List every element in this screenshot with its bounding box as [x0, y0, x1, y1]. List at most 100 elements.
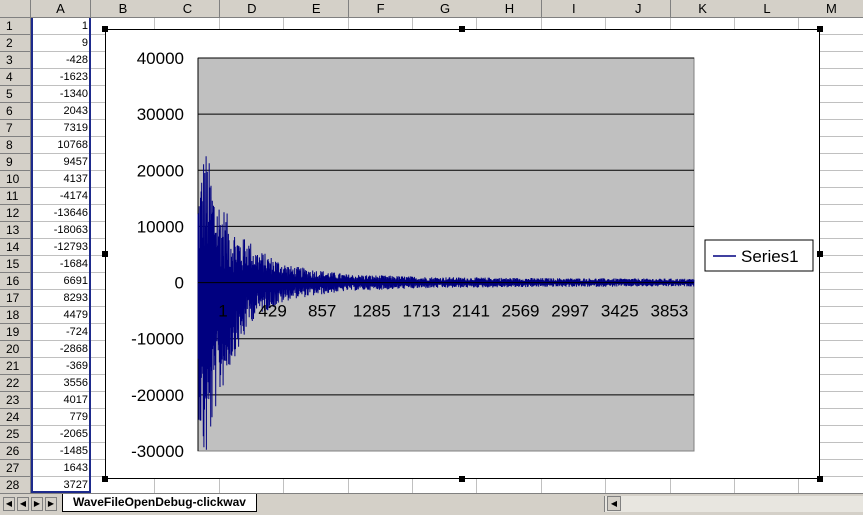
horizontal-scrollbar[interactable]: ◀ — [604, 496, 863, 512]
row-header-24[interactable]: 24 — [0, 409, 31, 426]
cell-a7[interactable]: 7319 — [31, 120, 91, 137]
y-tick-label: 20000 — [137, 161, 184, 180]
column-header-k[interactable]: K — [670, 0, 736, 18]
column-header-g[interactable]: G — [413, 0, 478, 18]
chart-handle-top-left[interactable] — [102, 26, 108, 32]
row-header-21[interactable]: 21 — [0, 358, 31, 375]
row-header-2[interactable]: 2 — [0, 35, 31, 52]
y-tick-label: 30000 — [137, 105, 184, 124]
x-tick-label: 3853 — [650, 302, 688, 321]
scroll-left-button[interactable]: ◀ — [607, 496, 621, 511]
row-header-6[interactable]: 6 — [0, 103, 31, 120]
cell-a3[interactable]: -428 — [31, 52, 91, 69]
row-header-11[interactable]: 11 — [0, 188, 31, 205]
select-all-corner[interactable] — [0, 0, 31, 18]
cell-a18[interactable]: 4479 — [31, 307, 91, 324]
row-header-7[interactable]: 7 — [0, 120, 31, 137]
row-header-14[interactable]: 14 — [0, 239, 31, 256]
spreadsheet-grid[interactable]: ABCDEFGHIJKLM 1 2 3 4 5 6 7 8 9 10 11 12 13 14 15 16 17 1… — [0, 0, 863, 493]
cell-a21[interactable]: -369 — [31, 358, 91, 375]
column-header-c[interactable]: C — [155, 0, 221, 18]
row-header-10[interactable]: 10 — [0, 171, 31, 188]
chart-handle-bottom-right[interactable] — [817, 476, 823, 482]
row-header-23[interactable]: 23 — [0, 392, 31, 409]
cell-a1[interactable]: 1 — [31, 18, 91, 35]
last-sheet-button[interactable]: ▶ — [45, 497, 57, 511]
row-header-25[interactable]: 25 — [0, 426, 31, 443]
cell-a25[interactable]: -2065 — [31, 426, 91, 443]
chart-handle-bottom-left[interactable] — [102, 476, 108, 482]
row-header-18[interactable]: 18 — [0, 307, 31, 324]
x-tick-label: 3425 — [601, 302, 639, 321]
row-header-26[interactable]: 26 — [0, 443, 31, 460]
first-sheet-button[interactable]: ◀ — [3, 497, 15, 511]
x-tick-label: 1285 — [353, 302, 391, 321]
cell-a16[interactable]: 6691 — [31, 273, 91, 290]
x-tick-label: 2997 — [551, 302, 589, 321]
row-header-1[interactable]: 1 — [0, 18, 31, 35]
cell-a15[interactable]: -1684 — [31, 256, 91, 273]
legend-series1-label: Series1 — [741, 247, 799, 266]
cell-a13[interactable]: -18063 — [31, 222, 91, 239]
next-sheet-button[interactable]: ▶ — [31, 497, 43, 511]
cell-a28[interactable]: 3727 — [31, 477, 91, 493]
column-header-b[interactable]: B — [91, 0, 156, 18]
sheet-tab[interactable]: WaveFileOpenDebug-clickwav — [62, 494, 257, 512]
row-header-13[interactable]: 13 — [0, 222, 31, 239]
column-header-d[interactable]: D — [219, 0, 285, 18]
column-header-h[interactable]: H — [477, 0, 543, 18]
row-header-16[interactable]: 16 — [0, 273, 31, 290]
y-tick-label: 10000 — [137, 217, 184, 236]
cell-a10[interactable]: 4137 — [31, 171, 91, 188]
row-header-3[interactable]: 3 — [0, 52, 31, 69]
cell-a5[interactable]: -1340 — [31, 86, 91, 103]
cell-a2[interactable]: 9 — [31, 35, 91, 52]
row-header-17[interactable]: 17 — [0, 290, 31, 307]
row-header-27[interactable]: 27 — [0, 460, 31, 477]
y-tick-label: 0 — [175, 274, 184, 293]
cell-a20[interactable]: -2868 — [31, 341, 91, 358]
chart-object[interactable]: 40000 30000 20000 10000 0 -10000 -20000 -30000 1… — [105, 29, 820, 479]
x-tick-label: 857 — [308, 302, 336, 321]
row-header-22[interactable]: 22 — [0, 375, 31, 392]
column-header-m[interactable]: M — [799, 0, 863, 18]
column-header-f[interactable]: F — [348, 0, 414, 18]
cell-a14[interactable]: -12793 — [31, 239, 91, 256]
cell-a27[interactable]: 1643 — [31, 460, 91, 477]
chart-handle-middle-left[interactable] — [102, 251, 108, 257]
row-header-19[interactable]: 19 — [0, 324, 31, 341]
row-header-28[interactable]: 28 — [0, 477, 31, 493]
chart-handle-top-right[interactable] — [817, 26, 823, 32]
cell-a23[interactable]: 4017 — [31, 392, 91, 409]
cell-a6[interactable]: 2043 — [31, 103, 91, 120]
cell-a17[interactable]: 8293 — [31, 290, 91, 307]
chart-handle-top-middle[interactable] — [459, 26, 465, 32]
column-header-i[interactable]: I — [541, 0, 607, 18]
cell-a4[interactable]: -1623 — [31, 69, 91, 86]
x-tick-label: 429 — [258, 302, 286, 321]
row-header-9[interactable]: 9 — [0, 154, 31, 171]
row-header-8[interactable]: 8 — [0, 137, 31, 154]
cell-a26[interactable]: -1485 — [31, 443, 91, 460]
chart-handle-middle-right[interactable] — [817, 251, 823, 257]
column-header-j[interactable]: J — [606, 0, 672, 18]
prev-sheet-button[interactable]: ◀ — [17, 497, 29, 511]
row-header-5[interactable]: 5 — [0, 86, 31, 103]
row-header-4[interactable]: 4 — [0, 69, 31, 86]
row-header-12[interactable]: 12 — [0, 205, 31, 222]
row-header-20[interactable]: 20 — [0, 341, 31, 358]
column-header-e[interactable]: E — [284, 0, 350, 18]
cell-a11[interactable]: -4174 — [31, 188, 91, 205]
plot-area — [197, 57, 695, 452]
column-header-a[interactable]: A — [31, 0, 91, 18]
cell-a12[interactable]: -13646 — [31, 205, 91, 222]
chart-handle-bottom-middle[interactable] — [459, 476, 465, 482]
row-header-15[interactable]: 15 — [0, 256, 31, 273]
cell-a19[interactable]: -724 — [31, 324, 91, 341]
cell-a22[interactable]: 3556 — [31, 375, 91, 392]
cell-a24[interactable]: 779 — [31, 409, 91, 426]
sheet-tab-bar: ◀ ◀ ▶ ▶ WaveFileOpenDebug-clickwav ◀ — [0, 493, 863, 515]
cell-a8[interactable]: 10768 — [31, 137, 91, 154]
column-header-l[interactable]: L — [735, 0, 800, 18]
cell-a9[interactable]: 9457 — [31, 154, 91, 171]
